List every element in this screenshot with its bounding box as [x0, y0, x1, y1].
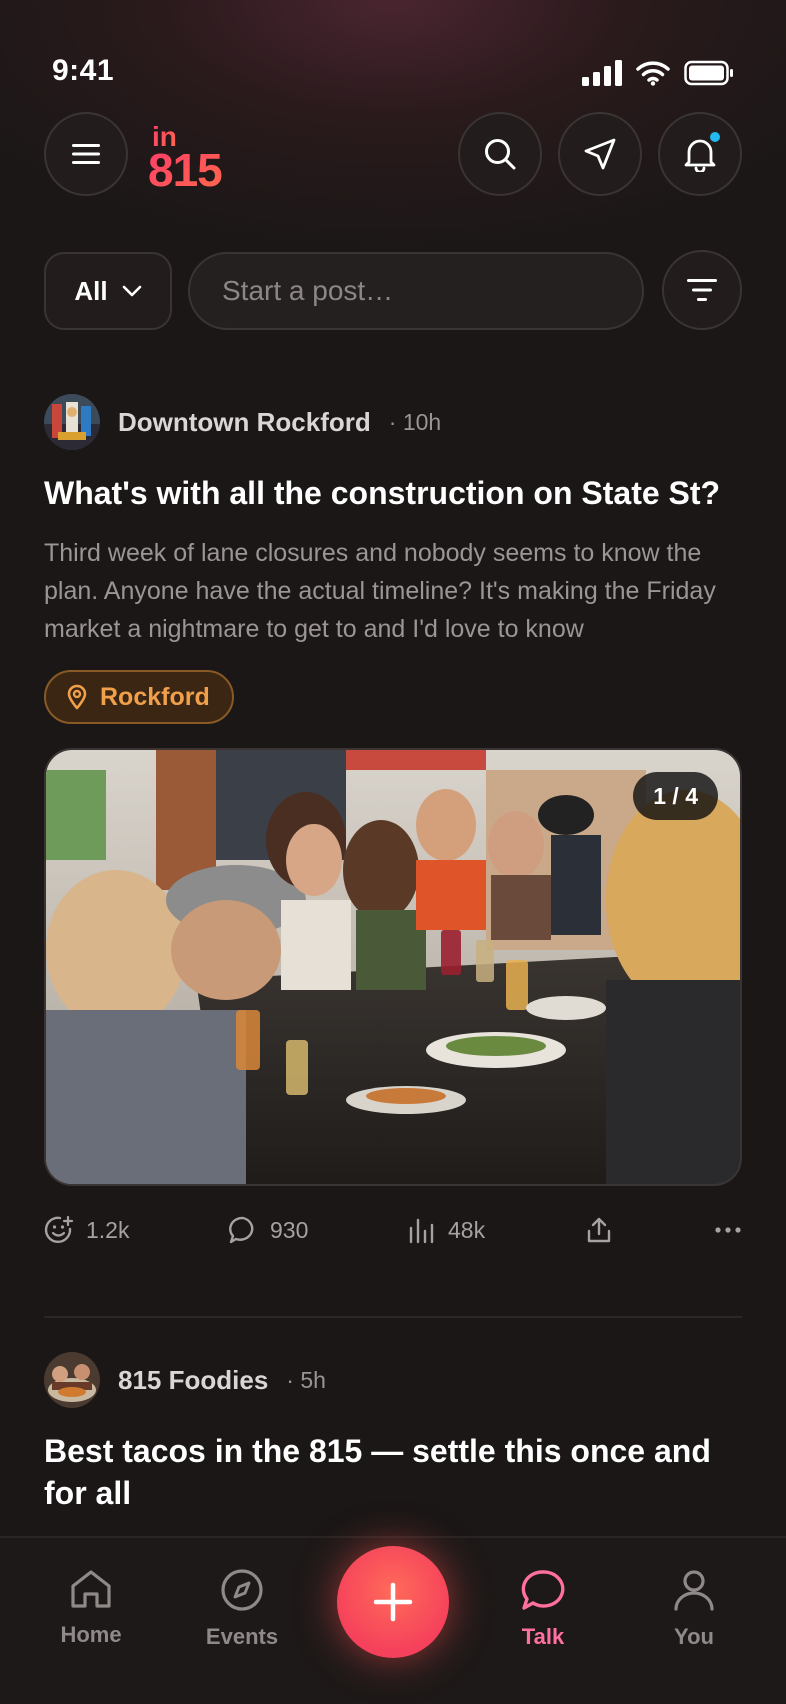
- chevron-down-icon: [122, 285, 141, 297]
- notification-badge: [708, 130, 722, 144]
- bottom-tab-bar: Home Events Talk You: [0, 1536, 786, 1704]
- post-author[interactable]: Downtown Rockford: [118, 407, 371, 438]
- post-divider: [44, 1316, 742, 1318]
- send-arrow-icon: [584, 138, 616, 170]
- tab-home-label: Home: [60, 1622, 122, 1647]
- composer-row: All Start a post…: [44, 250, 742, 330]
- in815-logo[interactable]: in 815: [148, 120, 248, 197]
- bar-chart-icon: [409, 1218, 434, 1244]
- notifications-button[interactable]: [658, 112, 742, 196]
- direct-messages-button[interactable]: [558, 112, 642, 196]
- app-header: in 815: [44, 112, 742, 196]
- svg-text:815: 815: [148, 144, 222, 192]
- post-title[interactable]: Best tacos in the 815 — settle this once…: [44, 1430, 742, 1514]
- tab-talk[interactable]: Talk: [483, 1568, 603, 1650]
- post-card[interactable]: Downtown Rockford · 10h What's with all …: [44, 394, 742, 1250]
- tab-you-label: You: [674, 1624, 714, 1649]
- comment-bubble-icon: [229, 1216, 254, 1244]
- start-post-input[interactable]: Start a post…: [188, 252, 644, 330]
- feed-filter-dropdown[interactable]: All: [44, 252, 172, 330]
- post-author[interactable]: 815 Foodies: [118, 1365, 268, 1396]
- cellular-signal-icon: [582, 60, 622, 86]
- location-tag[interactable]: Rockford: [44, 670, 234, 724]
- post-timestamp: · 10h: [388, 408, 442, 435]
- status-icons: [582, 60, 734, 86]
- tab-you[interactable]: You: [634, 1568, 754, 1650]
- tab-talk-label: Talk: [521, 1624, 565, 1649]
- menu-button[interactable]: [44, 112, 128, 196]
- post-actions-bar: 1.2k 930 48k: [44, 1210, 742, 1250]
- add-reaction-icon: [44, 1215, 74, 1244]
- filter-lines-icon: [687, 279, 717, 301]
- image-counter-badge: 1 / 4: [633, 772, 718, 820]
- hamburger-menu-icon: [72, 144, 100, 164]
- talk-feed-screen: 9:41 in 815 All Start a post… Downtown R…: [0, 0, 786, 1704]
- react-button[interactable]: 1.2k: [44, 1215, 129, 1245]
- tab-events[interactable]: Events: [182, 1568, 302, 1650]
- compass-icon: [221, 1569, 263, 1611]
- battery-icon: [684, 60, 733, 86]
- home-icon: [71, 1570, 111, 1608]
- comment-count: 930: [270, 1216, 309, 1243]
- view-count: 48k: [448, 1216, 486, 1243]
- create-post-button[interactable]: [337, 1546, 449, 1658]
- chat-bubble-icon: [521, 1570, 565, 1610]
- share-button[interactable]: [586, 1216, 612, 1244]
- search-icon: [485, 139, 516, 170]
- post-card[interactable]: 815 Foodies · 5h Best tacos in the 815 —…: [44, 1352, 742, 1514]
- share-icon: [587, 1217, 611, 1243]
- sort-filter-button[interactable]: [662, 250, 742, 330]
- post-timestamp: · 5h: [286, 1366, 326, 1393]
- search-button[interactable]: [458, 112, 542, 196]
- plus-icon: [373, 1582, 413, 1622]
- feed-filter-label: All: [74, 275, 108, 306]
- post-meta: 815 Foodies · 5h: [44, 1352, 742, 1408]
- reaction-count: 1.2k: [86, 1216, 130, 1243]
- person-icon: [674, 1570, 714, 1611]
- avatar[interactable]: [44, 1352, 100, 1408]
- post-body[interactable]: Third week of lane closures and nobody s…: [44, 534, 742, 648]
- location-pin-icon: [67, 684, 87, 710]
- status-bar: 9:41: [0, 0, 786, 100]
- dinner-party-photo: [46, 750, 740, 1184]
- post-title[interactable]: What's with all the construction on Stat…: [44, 472, 742, 514]
- tab-home[interactable]: Home: [31, 1568, 151, 1648]
- more-dots-icon: [715, 1227, 741, 1233]
- comment-button[interactable]: 930: [228, 1215, 308, 1245]
- wifi-icon: [636, 61, 670, 86]
- post-image-carousel[interactable]: 1 / 4: [44, 748, 742, 1186]
- location-label: Rockford: [100, 682, 210, 711]
- more-options-button[interactable]: [714, 1226, 742, 1234]
- post-meta: Downtown Rockford · 10h: [44, 394, 742, 450]
- avatar[interactable]: [44, 394, 100, 450]
- tab-events-label: Events: [205, 1624, 279, 1649]
- views-stat: 48k: [408, 1216, 485, 1244]
- status-time: 9:41: [52, 54, 115, 87]
